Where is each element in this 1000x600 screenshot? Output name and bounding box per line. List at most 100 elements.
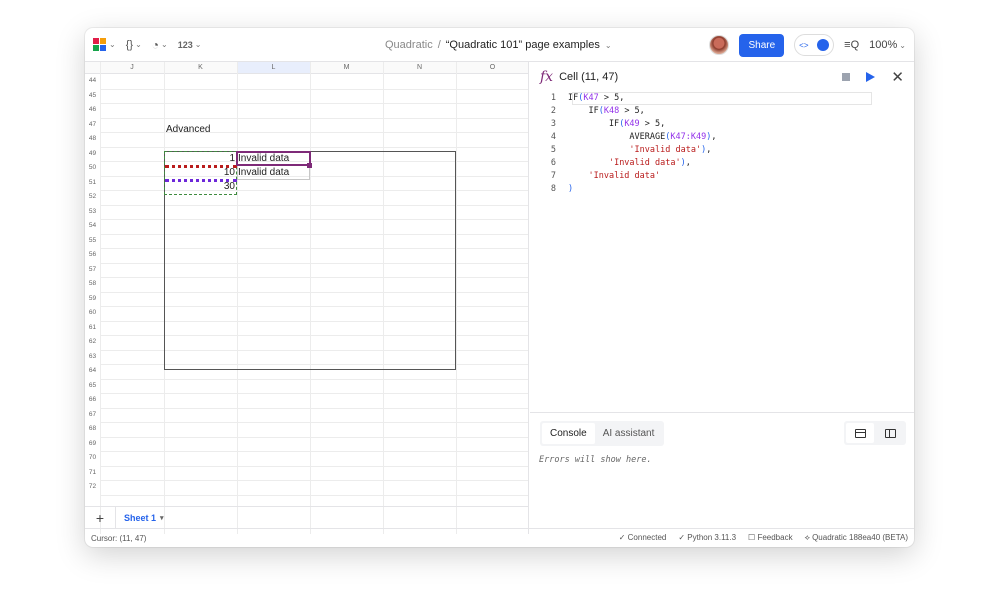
row-header-50[interactable]: 50 [85, 161, 100, 176]
row-header-53[interactable]: 53 [85, 205, 100, 220]
horizontal-layout-button[interactable] [846, 423, 874, 443]
row-header-57[interactable]: 57 [85, 263, 100, 278]
row-header-72[interactable]: 72 [85, 480, 100, 495]
line-number: 4 [550, 132, 556, 142]
breadcrumb-separator: / [437, 39, 441, 51]
grid-line [100, 393, 528, 394]
python-version: ✓ Python 3.11.3 [678, 533, 737, 542]
line-number: 3 [550, 119, 556, 129]
chevron-down-icon[interactable]: ▾ [160, 514, 164, 522]
code-line[interactable]: 4 AVERAGE(K47:K49), [530, 131, 914, 144]
chevron-down-icon[interactable]: ⌄ [899, 41, 906, 50]
sheet-tab-sheet-1[interactable]: Sheet 1 ▾ [115, 506, 172, 529]
format-menu-button[interactable]: ◔ ⌄ [152, 38, 168, 52]
row-header-55[interactable]: 55 [85, 234, 100, 249]
row-header-46[interactable]: 46 [85, 103, 100, 118]
line-number: 8 [550, 184, 556, 194]
cell-k49[interactable]: 30 [164, 181, 235, 192]
code-text: IF(K48 > 5, [568, 106, 645, 116]
row-header-45[interactable]: 45 [85, 89, 100, 104]
row-header-63[interactable]: 63 [85, 350, 100, 365]
code-view-toggle[interactable]: <> [794, 34, 835, 56]
row-header-49[interactable]: 49 [85, 147, 100, 162]
row-header-61[interactable]: 61 [85, 321, 100, 336]
row-header-60[interactable]: 60 [85, 306, 100, 321]
add-sheet-button[interactable]: + [85, 510, 115, 526]
row-header-65[interactable]: 65 [85, 379, 100, 394]
fill-handle[interactable] [307, 163, 312, 168]
column-header-m[interactable]: M [310, 64, 383, 71]
code-text: 'Invalid data'), [608, 158, 691, 168]
cell-l48-border [237, 165, 310, 180]
quadratic-logo-icon [93, 37, 107, 52]
row-header-56[interactable]: 56 [85, 248, 100, 263]
braces-icon: {} [125, 38, 134, 51]
console-output: Errors will show here. [539, 455, 652, 465]
tab-ai-assistant[interactable]: AI assistant [595, 423, 663, 444]
app-window: ⌄ {} ⌄ ◔ ⌄ 123 ⌄ Quadratic / “Quadratic … [85, 28, 914, 547]
chevron-down-icon[interactable]: ⌄ [605, 41, 612, 50]
tab-console[interactable]: Console [542, 423, 595, 444]
search-zoom-icon[interactable]: ≡Q [844, 39, 859, 51]
app-version[interactable]: ⟡ Quadratic 188ea40 (BETA) [805, 533, 908, 543]
number-format-button[interactable]: 123 ⌄ [178, 40, 202, 50]
row-header-62[interactable]: 62 [85, 335, 100, 350]
row-header-52[interactable]: 52 [85, 190, 100, 205]
breadcrumb-root[interactable]: Quadratic [385, 39, 433, 51]
avatar[interactable] [709, 35, 730, 55]
grid-line [100, 103, 528, 104]
grid-line [100, 451, 528, 452]
document-title[interactable]: “Quadratic 101” page examples [446, 39, 600, 51]
toolbar: ⌄ {} ⌄ ◔ ⌄ 123 ⌄ Quadratic / “Quadratic … [85, 28, 914, 62]
split-vertical-icon [884, 428, 896, 438]
cell-cursor-l47[interactable] [236, 151, 311, 166]
code-line[interactable]: 8) [530, 183, 914, 196]
row-header-48[interactable]: 48 [85, 132, 100, 147]
row-header-68[interactable]: 68 [85, 422, 100, 437]
row-header-44[interactable]: 44 [85, 74, 100, 89]
code-text: AVERAGE(K47:K49), [568, 132, 717, 142]
feedback-button[interactable]: ☐ Feedback [748, 533, 793, 543]
code-line[interactable]: 5 'Invalid data'), [530, 144, 914, 157]
zoom-level[interactable]: 100% [869, 39, 897, 51]
column-header-n[interactable]: N [383, 64, 456, 71]
row-header-69[interactable]: 69 [85, 437, 100, 452]
spreadsheet-grid[interactable]: J K L M N O 44 45 46 47 48 49 50 51 52 53 54 55 56 57… [85, 62, 529, 534]
row-header-71[interactable]: 71 [85, 466, 100, 481]
column-header-j[interactable]: J [100, 64, 164, 71]
row-header-47[interactable]: 47 [85, 118, 100, 133]
stop-icon[interactable] [842, 73, 851, 81]
code-editor[interactable]: 1 IF(K47 > 5, 2 IF(K48 > 5, 3 IF(K49 > 5, 4 … [530, 92, 914, 196]
main-menu-button[interactable]: ⌄ [93, 37, 116, 52]
split-horizontal-icon [854, 428, 866, 438]
cell-k45[interactable]: Advanced [166, 124, 210, 135]
close-icon[interactable]: ✕ [891, 68, 904, 86]
code-line[interactable]: 7 'Invalid data' [530, 170, 914, 183]
run-icon[interactable] [866, 72, 876, 82]
row-header-54[interactable]: 54 [85, 219, 100, 234]
code-text: ) [568, 184, 574, 194]
row-header-66[interactable]: 66 [85, 393, 100, 408]
code-editor-panel: fx Cell (11, 47) ✕ 1 IF(K47 > 5, 2 IF(K48 … [530, 62, 914, 528]
code-menu-button[interactable]: {} ⌄ [126, 39, 142, 51]
code-line[interactable]: 2 IF(K48 > 5, [530, 105, 914, 118]
share-button[interactable]: Share [739, 33, 785, 57]
column-header-o[interactable]: O [456, 64, 528, 71]
cell-k48[interactable]: 10 [164, 167, 235, 178]
cell-k47[interactable]: 1 [164, 153, 235, 164]
row-header-67[interactable]: 67 [85, 408, 100, 423]
code-line[interactable]: 6 'Invalid data'), [530, 157, 914, 170]
code-line[interactable]: 3 IF(K49 > 5, [530, 118, 914, 131]
row-header-51[interactable]: 51 [85, 176, 100, 191]
grid-line [100, 88, 528, 90]
row-header-70[interactable]: 70 [85, 451, 100, 466]
chevron-down-icon: ⌄ [109, 40, 116, 49]
grid-line [100, 146, 528, 148]
row-header-59[interactable]: 59 [85, 292, 100, 307]
column-header-k[interactable]: K [164, 64, 237, 71]
row-header: 44 45 46 47 48 49 50 51 52 53 54 55 56 57 58 59 60 61 62 63… [85, 74, 100, 495]
row-header-58[interactable]: 58 [85, 277, 100, 292]
row-header-64[interactable]: 64 [85, 364, 100, 379]
column-header-l[interactable]: L [237, 62, 310, 73]
vertical-layout-button[interactable] [876, 423, 904, 443]
